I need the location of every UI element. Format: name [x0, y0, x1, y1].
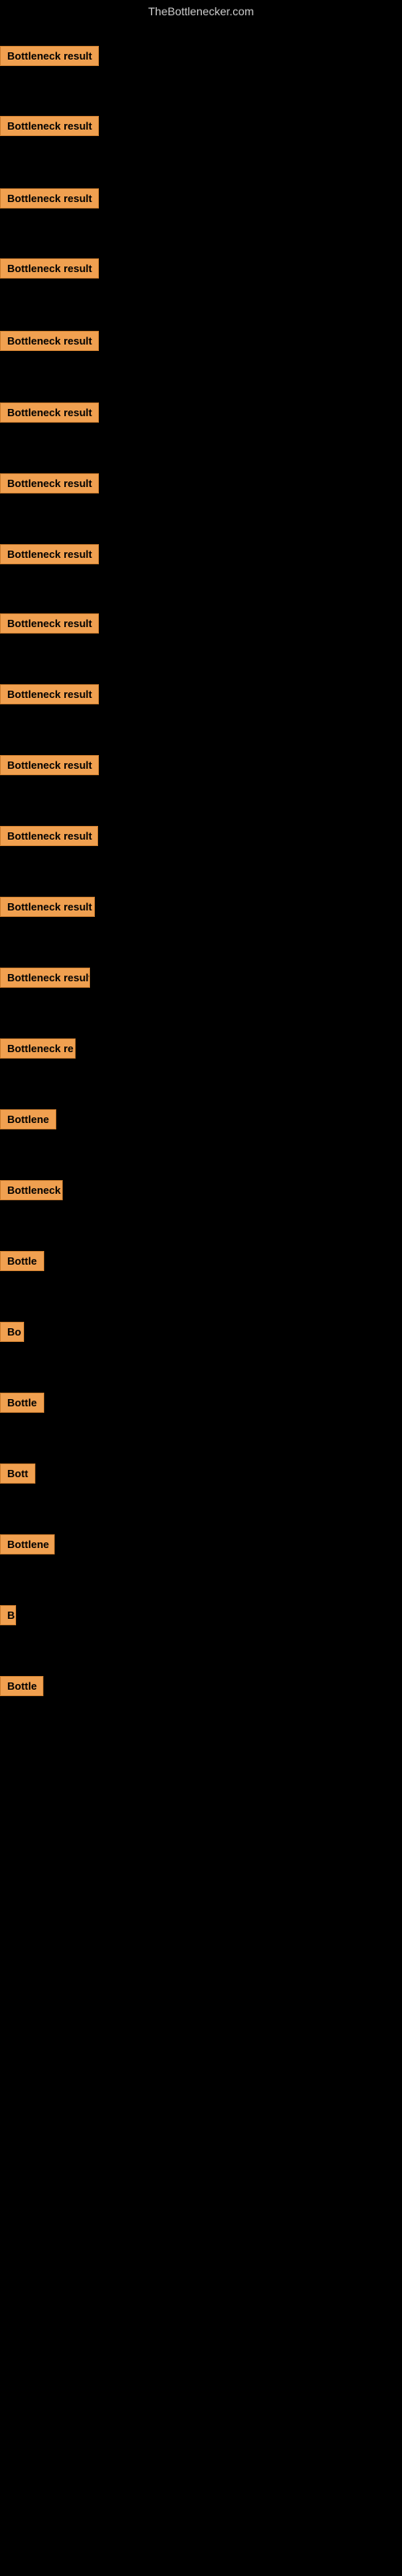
bottleneck-badge-row-6: Bottleneck result — [0, 402, 99, 427]
bottleneck-badge[interactable]: Bott — [0, 1463, 35, 1484]
bottleneck-badge-row-19: Bo — [0, 1322, 24, 1346]
bottleneck-badge[interactable]: Bottleneck result — [0, 258, 99, 279]
bottleneck-badge-row-20: Bottle — [0, 1393, 44, 1417]
bottleneck-badge-row-8: Bottleneck result — [0, 544, 99, 568]
bottleneck-badge[interactable]: Bottleneck result — [0, 544, 99, 564]
bottleneck-badge-row-3: Bottleneck result — [0, 188, 99, 213]
bottleneck-badge-row-9: Bottleneck result — [0, 613, 99, 638]
bottleneck-badge-row-24: Bottle — [0, 1676, 43, 1700]
bottleneck-badge[interactable]: Bottlene — [0, 1109, 56, 1129]
bottleneck-badge-row-1: Bottleneck result — [0, 46, 99, 70]
bottleneck-badge[interactable]: Bo — [0, 1322, 24, 1342]
bottleneck-badge-row-12: Bottleneck result — [0, 826, 98, 850]
bottleneck-badge-row-15: Bottleneck re — [0, 1038, 76, 1063]
site-title: TheBottlenecker.com — [0, 0, 402, 23]
bottleneck-badge[interactable]: Bottleneck result — [0, 116, 99, 136]
bottleneck-badge[interactable]: Bottle — [0, 1251, 44, 1271]
bottleneck-badge-row-11: Bottleneck result — [0, 755, 99, 779]
bottleneck-badge-row-17: Bottleneck — [0, 1180, 63, 1204]
bottleneck-badge[interactable]: Bottleneck result — [0, 968, 90, 988]
bottleneck-badge-row-5: Bottleneck result — [0, 331, 99, 355]
bottleneck-badge-row-7: Bottleneck result — [0, 473, 99, 497]
bottleneck-badge[interactable]: Bottleneck result — [0, 331, 99, 351]
bottleneck-badge[interactable]: Bottleneck result — [0, 402, 99, 423]
bottleneck-badge[interactable]: Bottleneck result — [0, 188, 99, 208]
bottleneck-badge[interactable]: Bottlene — [0, 1534, 55, 1554]
bottleneck-badge-row-4: Bottleneck result — [0, 258, 99, 283]
bottleneck-badge[interactable]: Bottle — [0, 1393, 44, 1413]
bottleneck-badge[interactable]: Bottle — [0, 1676, 43, 1696]
bottleneck-badge-row-13: Bottleneck result — [0, 897, 95, 921]
bottleneck-badge-row-14: Bottleneck result — [0, 968, 90, 992]
bottleneck-badge[interactable]: Bottleneck result — [0, 826, 98, 846]
bottleneck-badge[interactable]: Bottleneck — [0, 1180, 63, 1200]
bottleneck-badge-row-21: Bott — [0, 1463, 35, 1488]
bottleneck-badge[interactable]: Bottleneck result — [0, 46, 99, 66]
bottleneck-badge-row-23: B — [0, 1605, 16, 1629]
bottleneck-badge-row-16: Bottlene — [0, 1109, 56, 1133]
bottleneck-badge[interactable]: Bottleneck result — [0, 684, 99, 704]
bottleneck-badge-row-10: Bottleneck result — [0, 684, 99, 708]
bottleneck-badge[interactable]: Bottleneck result — [0, 613, 99, 634]
bottleneck-badge-row-22: Bottlene — [0, 1534, 55, 1558]
bottleneck-badge[interactable]: Bottleneck result — [0, 755, 99, 775]
bottleneck-badge[interactable]: Bottleneck result — [0, 897, 95, 917]
bottleneck-badge[interactable]: Bottleneck result — [0, 473, 99, 493]
bottleneck-badge-row-18: Bottle — [0, 1251, 44, 1275]
bottleneck-badge-row-2: Bottleneck result — [0, 116, 99, 140]
bottleneck-badge[interactable]: Bottleneck re — [0, 1038, 76, 1059]
bottleneck-badge[interactable]: B — [0, 1605, 16, 1625]
